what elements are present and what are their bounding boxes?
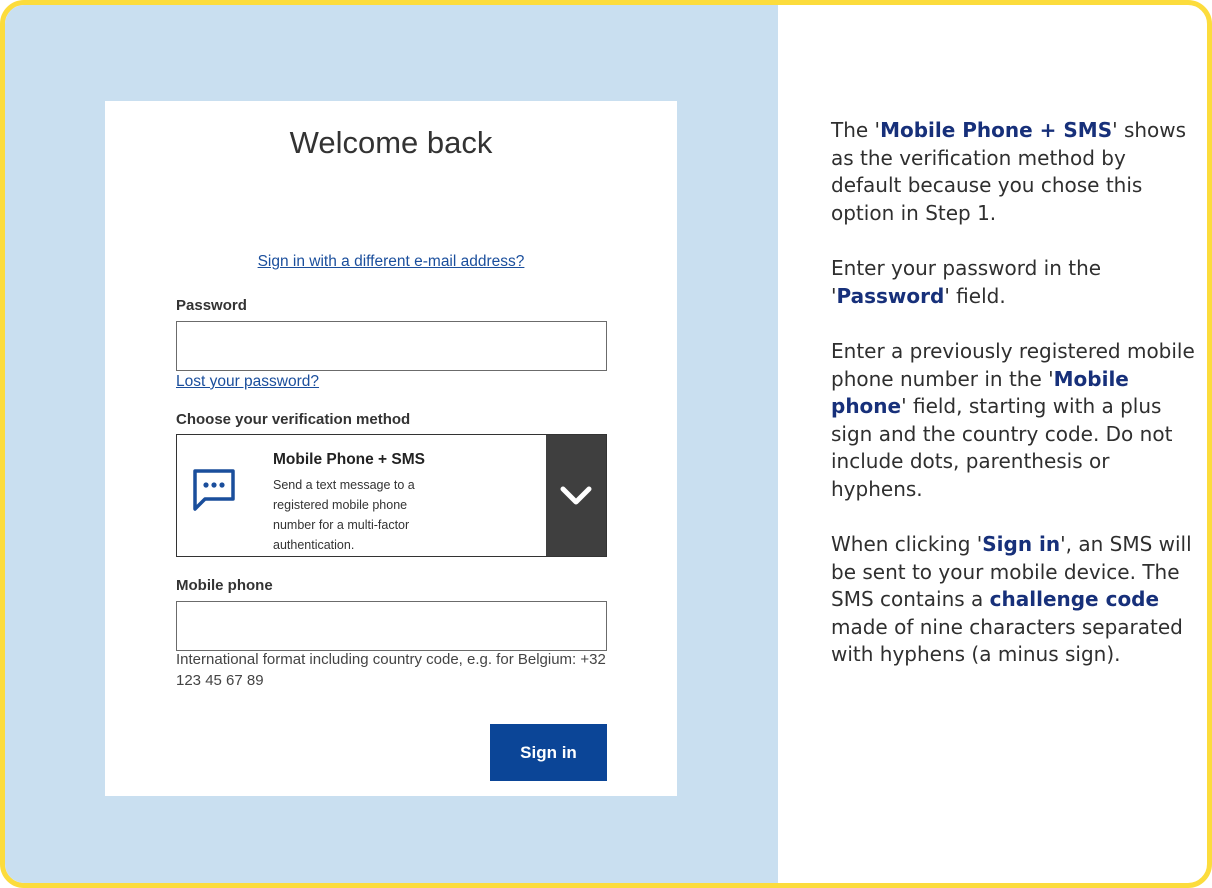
sms-chat-bubble-icon bbox=[189, 465, 239, 515]
verification-method-title: Mobile Phone + SMS bbox=[273, 451, 426, 468]
verification-method-description: Send a text message to a registered mobi… bbox=[273, 478, 415, 552]
method-dropdown-toggle[interactable] bbox=[546, 435, 606, 556]
instruction-paragraph-3: Enter a previously registered mobile pho… bbox=[831, 339, 1195, 501]
sign-in-button[interactable]: Sign in bbox=[490, 724, 607, 781]
instructions-panel: The 'Mobile Phone + SMS' shows as the ve… bbox=[831, 117, 1201, 697]
verification-method-label: Choose your verification method bbox=[176, 411, 411, 428]
password-field[interactable] bbox=[176, 321, 607, 371]
different-email-link[interactable]: Sign in with a different e-mail address? bbox=[105, 253, 677, 271]
instruction-paragraph-2: Enter your password in the 'Password' fi… bbox=[831, 256, 1102, 308]
mobile-phone-label: Mobile phone bbox=[176, 577, 273, 594]
chevron-down-icon bbox=[560, 486, 592, 504]
instruction-paragraph-1: The 'Mobile Phone + SMS' shows as the ve… bbox=[831, 118, 1187, 225]
password-label: Password bbox=[176, 297, 247, 314]
tutorial-frame: Welcome back Sign in with a different e-… bbox=[0, 0, 1212, 888]
login-card: Welcome back Sign in with a different e-… bbox=[105, 101, 677, 796]
instruction-paragraph-4: When clicking 'Sign in', an SMS will be … bbox=[831, 532, 1192, 666]
mobile-phone-field[interactable] bbox=[176, 601, 607, 651]
screenshot-panel: Welcome back Sign in with a different e-… bbox=[5, 5, 778, 883]
mobile-phone-hint: International format including country c… bbox=[176, 651, 606, 689]
verification-method-select[interactable]: Mobile Phone + SMS Send a text message t… bbox=[176, 434, 607, 557]
page-title: Welcome back bbox=[289, 125, 493, 160]
lost-password-link[interactable]: Lost your password? bbox=[176, 373, 319, 391]
